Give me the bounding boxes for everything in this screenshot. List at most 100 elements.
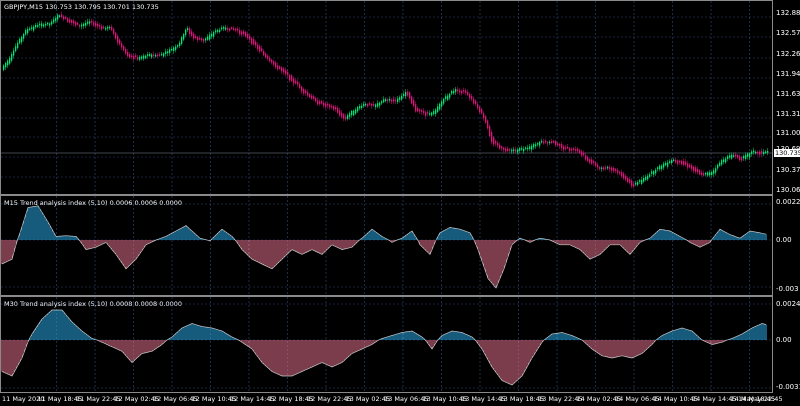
time-axis-label: 14 May 22:45 bbox=[738, 395, 783, 403]
candle bbox=[655, 169, 657, 174]
candle bbox=[187, 28, 189, 31]
candle bbox=[341, 112, 343, 117]
candle bbox=[679, 160, 681, 163]
candle bbox=[207, 36, 209, 40]
candle bbox=[441, 101, 443, 107]
candle bbox=[63, 16, 65, 20]
candle bbox=[325, 103, 327, 107]
candle bbox=[11, 54, 13, 61]
candle bbox=[483, 113, 485, 118]
candle bbox=[663, 163, 665, 168]
candle bbox=[649, 174, 651, 177]
candle bbox=[389, 99, 391, 101]
candle bbox=[329, 104, 331, 108]
candle bbox=[387, 99, 389, 102]
candle bbox=[671, 160, 673, 164]
candle bbox=[297, 81, 299, 85]
candle bbox=[487, 120, 489, 129]
candle bbox=[629, 179, 631, 183]
candle bbox=[57, 14, 59, 20]
candle bbox=[133, 55, 135, 60]
price-axis-label: 131.315 bbox=[776, 110, 800, 118]
candle bbox=[9, 58, 11, 64]
candle bbox=[169, 49, 171, 54]
candle bbox=[53, 19, 55, 23]
candle bbox=[67, 18, 69, 22]
candle bbox=[43, 24, 45, 27]
candle bbox=[701, 172, 703, 175]
candle bbox=[595, 162, 597, 166]
candle bbox=[127, 52, 129, 57]
indicator-m30-axis[interactable]: 0.0024 0.00 -0.0031 bbox=[773, 296, 800, 393]
candle bbox=[235, 28, 237, 31]
candle bbox=[243, 31, 245, 35]
candle bbox=[117, 36, 119, 43]
candle bbox=[585, 155, 587, 160]
candle bbox=[175, 46, 177, 50]
candle bbox=[211, 33, 213, 37]
candle bbox=[321, 101, 323, 104]
candle bbox=[181, 37, 183, 44]
candle bbox=[607, 166, 609, 169]
candle bbox=[731, 154, 733, 159]
candle bbox=[361, 105, 363, 109]
candle bbox=[499, 144, 501, 149]
candle bbox=[199, 37, 201, 40]
candle bbox=[99, 24, 101, 27]
candle bbox=[685, 161, 687, 165]
candle bbox=[381, 101, 383, 104]
candle bbox=[369, 103, 371, 105]
candle bbox=[527, 147, 529, 150]
time-axis[interactable]: 11 May 2020 11 May 18:45 11 May 22:45 12 Ma… bbox=[0, 393, 800, 406]
candle bbox=[183, 34, 185, 40]
candle bbox=[429, 113, 431, 115]
candle bbox=[681, 160, 683, 165]
candle bbox=[353, 110, 355, 116]
candle bbox=[563, 146, 565, 150]
candle bbox=[719, 162, 721, 166]
candle bbox=[683, 161, 685, 165]
candle bbox=[95, 22, 97, 27]
candle bbox=[27, 28, 29, 34]
candle bbox=[153, 54, 155, 56]
candle bbox=[319, 101, 321, 104]
candle bbox=[19, 39, 21, 44]
candle bbox=[221, 27, 223, 30]
candle bbox=[151, 54, 153, 58]
candle bbox=[371, 103, 373, 106]
candle bbox=[141, 56, 143, 59]
candle bbox=[747, 153, 749, 157]
candle bbox=[303, 88, 305, 94]
candle bbox=[315, 97, 317, 102]
candle bbox=[419, 109, 421, 112]
candle bbox=[541, 140, 543, 143]
candle bbox=[593, 160, 595, 163]
candle bbox=[509, 149, 511, 151]
candle bbox=[75, 22, 77, 26]
chart-window[interactable]: GBPJPY,M15 130.753 130.795 130.701 130.7… bbox=[0, 0, 800, 406]
candle bbox=[233, 28, 235, 30]
candle bbox=[647, 175, 649, 180]
candle bbox=[159, 54, 161, 56]
candle bbox=[737, 155, 739, 158]
candle bbox=[29, 28, 31, 30]
candle bbox=[723, 159, 725, 163]
candle bbox=[665, 162, 667, 166]
candle bbox=[675, 159, 677, 163]
candle bbox=[259, 46, 261, 52]
candle bbox=[699, 170, 701, 175]
candle bbox=[635, 182, 637, 185]
candle bbox=[51, 21, 53, 25]
candle bbox=[695, 167, 697, 172]
candle bbox=[77, 22, 79, 25]
candle bbox=[757, 151, 759, 154]
candle bbox=[555, 141, 557, 145]
candle bbox=[163, 53, 165, 57]
candle bbox=[667, 162, 669, 167]
candle bbox=[105, 27, 107, 30]
candle bbox=[703, 173, 705, 176]
candle bbox=[409, 92, 411, 99]
indicator-m15-axis[interactable]: 0.0022 0.00 -0.003 bbox=[773, 195, 800, 296]
candle bbox=[123, 46, 125, 51]
price-axis[interactable]: 132.885 132.570 132.260 131.945 131.630 131.3… bbox=[773, 0, 800, 195]
